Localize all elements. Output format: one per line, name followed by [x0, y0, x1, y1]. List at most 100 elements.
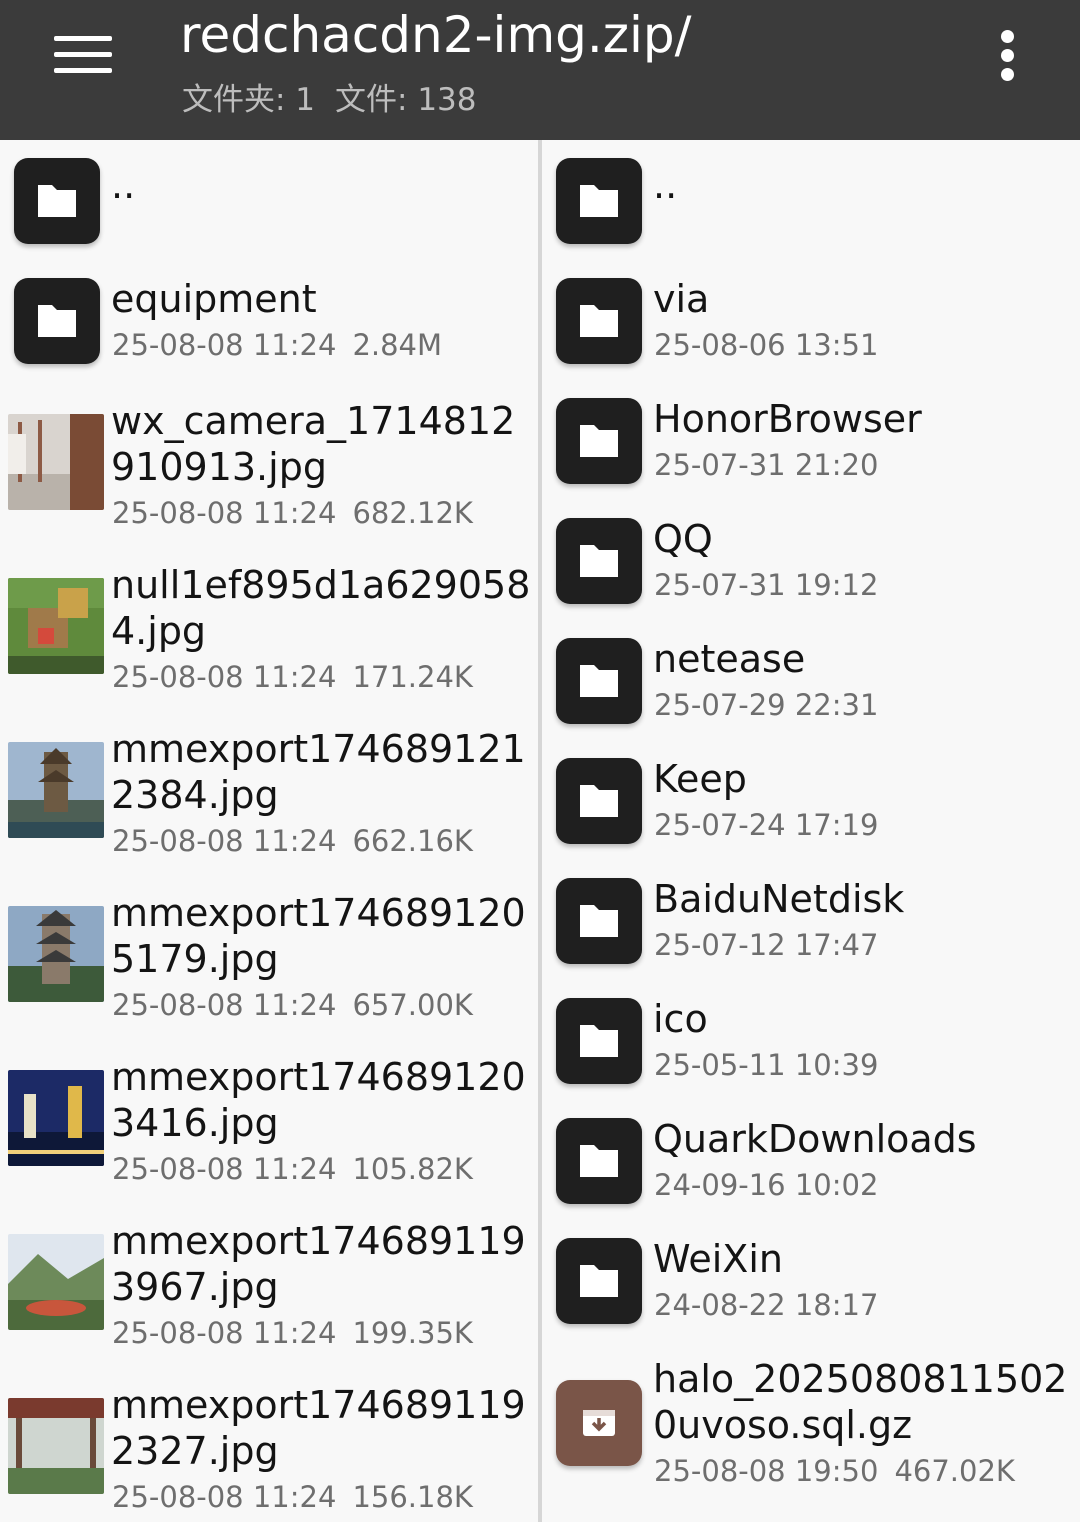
folder-file-count: 文件夹: 1 文件: 138 — [182, 74, 477, 119]
list-item[interactable]: Keep 25-07-24 17:19 — [542, 740, 1080, 860]
folder-icon — [556, 1238, 642, 1324]
right-pane: .. via 25-08-06 13:51 HonorBrowser 25-07… — [542, 140, 1080, 1522]
file-name-cont: 3416.jpg — [111, 1101, 279, 1145]
list-item[interactable]: BaiduNetdisk 25-07-12 17:47 — [542, 860, 1080, 980]
file-name-cont: 4.jpg — [111, 609, 207, 653]
file-meta: 25-08-08 11:24 682.12K — [112, 496, 473, 530]
image-thumbnail — [8, 906, 104, 1002]
list-item[interactable]: mmexport174689119 3967.jpg 25-08-08 11:2… — [0, 1218, 538, 1382]
folder-icon — [556, 638, 642, 724]
file-name: via — [653, 277, 710, 321]
image-thumbnail — [8, 1070, 104, 1166]
file-date: 25-08-08 11:24 — [112, 1152, 337, 1186]
left-pane: .. equipment 25-08-08 11:24 2.84M wx_came… — [0, 140, 538, 1522]
parent-folder-row[interactable]: .. — [0, 140, 538, 260]
file-date: 25-07-24 17:19 — [654, 808, 879, 842]
file-meta: 25-08-08 11:24 662.16K — [112, 824, 473, 858]
file-size: 682.12K — [352, 496, 473, 530]
image-thumbnail — [8, 742, 104, 838]
file-date: 25-08-08 11:24 — [112, 1316, 337, 1350]
file-date: 25-08-08 11:24 — [112, 988, 337, 1022]
menu-icon[interactable] — [54, 34, 114, 76]
list-item[interactable]: mmexport174689119 2327.jpg 25-08-08 11:2… — [0, 1382, 538, 1522]
list-item[interactable]: mmexport174689121 2384.jpg 25-08-08 11:2… — [0, 726, 538, 890]
file-name-cont: 910913.jpg — [111, 445, 327, 489]
file-date: 25-07-31 21:20 — [654, 448, 879, 482]
page-title: redchacdn2-img.zip/ — [180, 6, 692, 64]
list-item[interactable]: mmexport174689120 3416.jpg 25-08-08 11:2… — [0, 1054, 538, 1218]
file-name: mmexport174689120 — [111, 891, 526, 935]
list-item[interactable]: ico 25-05-11 10:39 — [542, 980, 1080, 1100]
list-item[interactable]: WeiXin 24-08-22 18:17 — [542, 1220, 1080, 1340]
list-item[interactable]: null1ef895d1a629058 4.jpg 25-08-08 11:24… — [0, 562, 538, 726]
file-size: 156.18K — [352, 1480, 473, 1514]
folder-icon — [556, 758, 642, 844]
file-meta: 25-08-08 11:24 657.00K — [112, 988, 473, 1022]
file-date: 25-08-08 19:50 — [654, 1454, 879, 1488]
file-name: .. — [653, 163, 678, 207]
file-name: WeiXin — [653, 1237, 783, 1281]
list-item[interactable]: via 25-08-06 13:51 — [542, 260, 1080, 380]
file-size: 657.00K — [352, 988, 473, 1022]
file-meta: 25-08-08 11:24 199.35K — [112, 1316, 473, 1350]
file-size: 171.24K — [352, 660, 473, 694]
file-meta: 25-08-08 11:24 105.82K — [112, 1152, 473, 1186]
file-meta: 25-08-08 19:50 467.02K — [654, 1454, 1015, 1488]
file-date: 25-07-31 19:12 — [654, 568, 879, 602]
file-name-cont: 2384.jpg — [111, 773, 279, 817]
folder-icon — [14, 278, 100, 364]
file-date: 24-09-16 10:02 — [654, 1168, 879, 1202]
list-item[interactable]: QQ 25-07-31 19:12 — [542, 500, 1080, 620]
file-count: 文件: 138 — [335, 82, 477, 118]
list-item[interactable]: mmexport174689120 5179.jpg 25-08-08 11:2… — [0, 890, 538, 1054]
file-name: equipment — [111, 277, 317, 321]
image-thumbnail — [8, 578, 104, 674]
file-meta: 25-08-08 11:24 156.18K — [112, 1480, 473, 1514]
file-name: mmexport174689119 — [111, 1219, 526, 1263]
image-thumbnail — [8, 414, 104, 510]
file-name-cont: 0uvoso.sql.gz — [653, 1403, 913, 1447]
file-meta: 25-08-08 11:24 2.84M — [112, 328, 442, 362]
parent-folder-row[interactable]: .. — [542, 140, 1080, 260]
folder-icon — [556, 998, 642, 1084]
file-date: 25-08-08 11:24 — [112, 824, 337, 858]
folder-icon — [556, 278, 642, 364]
folder-icon — [14, 158, 100, 244]
file-date: 24-08-22 18:17 — [654, 1288, 879, 1322]
folder-icon — [556, 518, 642, 604]
folder-icon — [556, 398, 642, 484]
file-name: ico — [653, 997, 708, 1041]
file-name: mmexport174689121 — [111, 727, 526, 771]
file-name: HonorBrowser — [653, 397, 922, 441]
file-name: wx_camera_1714812 — [111, 399, 516, 443]
file-name: halo_2025080811502 — [653, 1357, 1068, 1401]
file-name: Keep — [653, 757, 747, 801]
list-item[interactable]: wx_camera_1714812 910913.jpg 25-08-08 11… — [0, 398, 538, 562]
file-date: 25-08-08 11:24 — [112, 328, 337, 362]
list-item[interactable]: halo_2025080811502 0uvoso.sql.gz 25-08-0… — [542, 1340, 1080, 1504]
folder-icon — [556, 158, 642, 244]
file-name: netease — [653, 637, 806, 681]
file-name: QuarkDownloads — [653, 1117, 977, 1161]
file-name: null1ef895d1a629058 — [111, 563, 531, 607]
file-size: 467.02K — [894, 1454, 1015, 1488]
more-options-icon[interactable] — [992, 28, 1024, 84]
file-name: BaiduNetdisk — [653, 877, 905, 921]
file-date: 25-08-06 13:51 — [654, 328, 879, 362]
file-size: 199.35K — [352, 1316, 473, 1350]
file-date: 25-08-08 11:24 — [112, 1480, 337, 1514]
folder-icon — [556, 1118, 642, 1204]
file-name: mmexport174689119 — [111, 1383, 526, 1427]
file-date: 25-05-11 10:39 — [654, 1048, 879, 1082]
image-thumbnail — [8, 1234, 104, 1330]
list-item[interactable]: QuarkDownloads 24-09-16 10:02 — [542, 1100, 1080, 1220]
toolbar: redchacdn2-img.zip/ 文件夹: 1 文件: 138 — [0, 0, 1080, 140]
list-item[interactable]: netease 25-07-29 22:31 — [542, 620, 1080, 740]
file-name: .. — [111, 163, 136, 207]
folder-icon — [556, 878, 642, 964]
file-size: 2.84M — [352, 328, 443, 362]
list-item[interactable]: HonorBrowser 25-07-31 21:20 — [542, 380, 1080, 500]
list-item[interactable]: equipment 25-08-08 11:24 2.84M — [0, 260, 538, 400]
file-date: 25-07-29 22:31 — [654, 688, 879, 722]
file-size: 662.16K — [352, 824, 473, 858]
